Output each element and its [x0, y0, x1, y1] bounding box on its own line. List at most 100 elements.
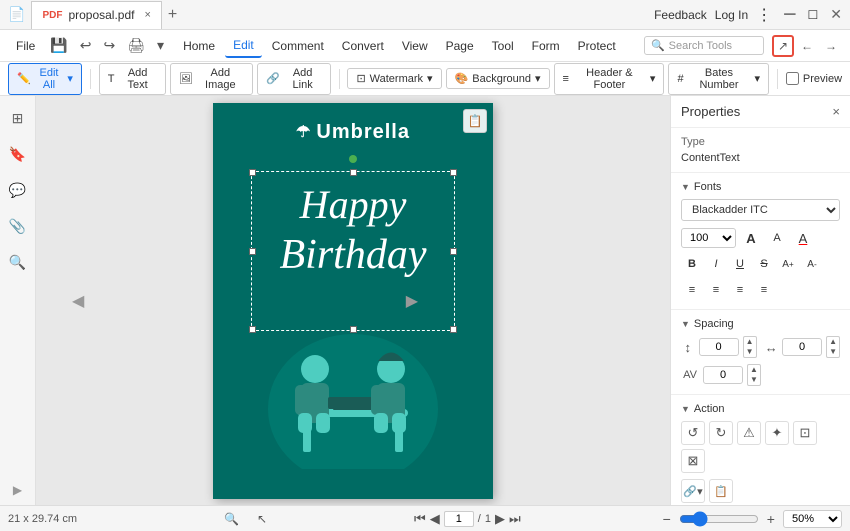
canvas-area[interactable]: ◀ 📋 ☂ Umbrella: [36, 96, 670, 505]
external-link-button[interactable]: ↗: [772, 35, 794, 57]
bates-number-button[interactable]: # Bates Number ▾: [668, 63, 769, 95]
flip-icon[interactable]: ⚠: [737, 421, 761, 445]
font-size-a-large-icon[interactable]: A: [740, 227, 762, 249]
preview-checkbox[interactable]: [786, 72, 799, 85]
comment-icon[interactable]: 💬: [4, 176, 32, 204]
menu-page[interactable]: Page: [438, 35, 482, 57]
new-tab-button[interactable]: +: [168, 6, 177, 24]
align-left-button[interactable]: ≡: [681, 279, 703, 301]
handle-mr[interactable]: [450, 248, 457, 255]
background-button[interactable]: 🎨 Background ▾: [446, 68, 550, 89]
handle-tl[interactable]: [249, 169, 256, 176]
italic-button[interactable]: I: [705, 253, 727, 275]
move-icon[interactable]: ✦: [765, 421, 789, 445]
menu-protect[interactable]: Protect: [570, 35, 624, 57]
char-spacing-spinner[interactable]: ▲ ▼: [826, 336, 840, 358]
bookmark-icon[interactable]: 🔖: [4, 140, 32, 168]
align-justify-button[interactable]: ≡: [753, 279, 775, 301]
menu-home[interactable]: Home: [175, 35, 223, 57]
spin-up-icon[interactable]: ▲: [744, 337, 756, 347]
forward-button[interactable]: →: [820, 36, 842, 56]
word-spacing-input[interactable]: [703, 366, 743, 384]
expand-arrow[interactable]: ▶: [13, 483, 22, 497]
copy-action-icon[interactable]: 📋: [709, 479, 733, 503]
scroll-left-arrow-icon[interactable]: ◀: [72, 291, 84, 311]
next-page-button[interactable]: ▶: [495, 511, 505, 527]
feedback-link[interactable]: Feedback: [654, 8, 707, 22]
preview-checkbox-label[interactable]: Preview: [786, 72, 842, 85]
menu-form[interactable]: Form: [524, 35, 568, 57]
underline-button[interactable]: U: [729, 253, 751, 275]
add-image-button[interactable]: 🖼 Add Image: [170, 63, 253, 95]
font-family-select[interactable]: Blackadder ITC: [681, 199, 840, 221]
add-link-button[interactable]: 🔗 Add Link: [257, 63, 331, 95]
zoom-out-button[interactable]: −: [663, 511, 671, 527]
subscript-button[interactable]: A-: [801, 253, 823, 275]
redo-button[interactable]: ↪: [99, 34, 121, 57]
close-button[interactable]: ✕: [830, 6, 842, 23]
spin-up-3-icon[interactable]: ▲: [748, 365, 760, 375]
extract-icon[interactable]: ⊠: [681, 449, 705, 473]
zoom-out-icon[interactable]: 🔍: [219, 509, 244, 529]
close-tab-button[interactable]: ×: [144, 9, 150, 21]
spin-down-icon[interactable]: ▼: [744, 347, 756, 357]
handle-tm[interactable]: [350, 169, 357, 176]
font-size-a-small-icon[interactable]: A: [766, 227, 788, 249]
spin-down-2-icon[interactable]: ▼: [827, 347, 839, 357]
maximize-button[interactable]: ☐: [808, 8, 819, 22]
watermark-button[interactable]: ⊡ Watermark ▾: [347, 68, 441, 89]
first-page-button[interactable]: ⏮: [414, 511, 426, 527]
minimize-button[interactable]: ─: [784, 6, 795, 24]
zoom-level-select[interactable]: 50% 75% 100% 125% 150%: [783, 510, 842, 528]
attachment-icon[interactable]: 📎: [4, 212, 32, 240]
word-spacing-spinner[interactable]: ▲ ▼: [747, 364, 761, 386]
copy-button[interactable]: 📋: [463, 109, 487, 133]
rotate-cw-icon[interactable]: ↻: [709, 421, 733, 445]
char-spacing-input[interactable]: [782, 338, 822, 356]
crop-icon[interactable]: ⊡: [793, 421, 817, 445]
menu-dots-icon[interactable]: ⋮: [756, 5, 772, 25]
align-right-button[interactable]: ≡: [729, 279, 751, 301]
cursor-tool-icon[interactable]: ↖: [252, 509, 272, 529]
spin-down-3-icon[interactable]: ▼: [748, 375, 760, 385]
superscript-button[interactable]: A+: [777, 253, 799, 275]
last-page-button[interactable]: ⏭: [509, 511, 521, 527]
panel-close-button[interactable]: ×: [832, 104, 840, 119]
menu-comment[interactable]: Comment: [264, 35, 332, 57]
search-icon[interactable]: 🔍: [4, 248, 32, 276]
back-button[interactable]: ←: [796, 36, 818, 56]
print-button[interactable]: 🖨: [122, 34, 150, 57]
rotate-ccw-icon[interactable]: ↺: [681, 421, 705, 445]
prev-page-button[interactable]: ◀: [430, 511, 440, 527]
zoom-slider[interactable]: [679, 511, 759, 527]
link-action-icon[interactable]: 🔗▾: [681, 479, 705, 503]
undo-button[interactable]: ↩: [75, 34, 97, 57]
font-size-select[interactable]: 100: [681, 228, 736, 248]
handle-tr[interactable]: [450, 169, 457, 176]
spin-up-2-icon[interactable]: ▲: [827, 337, 839, 347]
thumbnail-icon[interactable]: ⊞: [4, 104, 32, 132]
line-spacing-spinner[interactable]: ▲ ▼: [743, 336, 757, 358]
zoom-in-button[interactable]: +: [767, 511, 775, 527]
add-text-button[interactable]: T Add Text: [99, 63, 166, 95]
bold-button[interactable]: B: [681, 253, 703, 275]
menu-edit[interactable]: Edit: [225, 34, 262, 58]
menu-convert[interactable]: Convert: [334, 35, 392, 57]
menu-tool[interactable]: Tool: [484, 35, 522, 57]
search-tools-box[interactable]: 🔍 Search Tools: [644, 36, 764, 55]
save-button[interactable]: 💾: [45, 34, 72, 57]
document-tab[interactable]: PDF proposal.pdf ×: [31, 1, 161, 29]
header-footer-button[interactable]: ≡ Header & Footer ▾: [554, 63, 665, 95]
login-link[interactable]: Log In: [715, 8, 748, 22]
menu-view[interactable]: View: [394, 35, 436, 57]
handle-ml[interactable]: [249, 248, 256, 255]
file-menu[interactable]: File: [8, 35, 43, 57]
scroll-right-arrow-icon[interactable]: ▶: [406, 291, 418, 311]
line-spacing-input[interactable]: [699, 338, 739, 356]
align-center-button[interactable]: ≡: [705, 279, 727, 301]
edit-all-button[interactable]: ✏️ Edit All ▾: [8, 63, 82, 95]
page-number-input[interactable]: [444, 511, 474, 527]
strikethrough-button[interactable]: S: [753, 253, 775, 275]
font-color-icon[interactable]: A: [792, 227, 814, 249]
more-button[interactable]: ▾: [152, 34, 169, 57]
